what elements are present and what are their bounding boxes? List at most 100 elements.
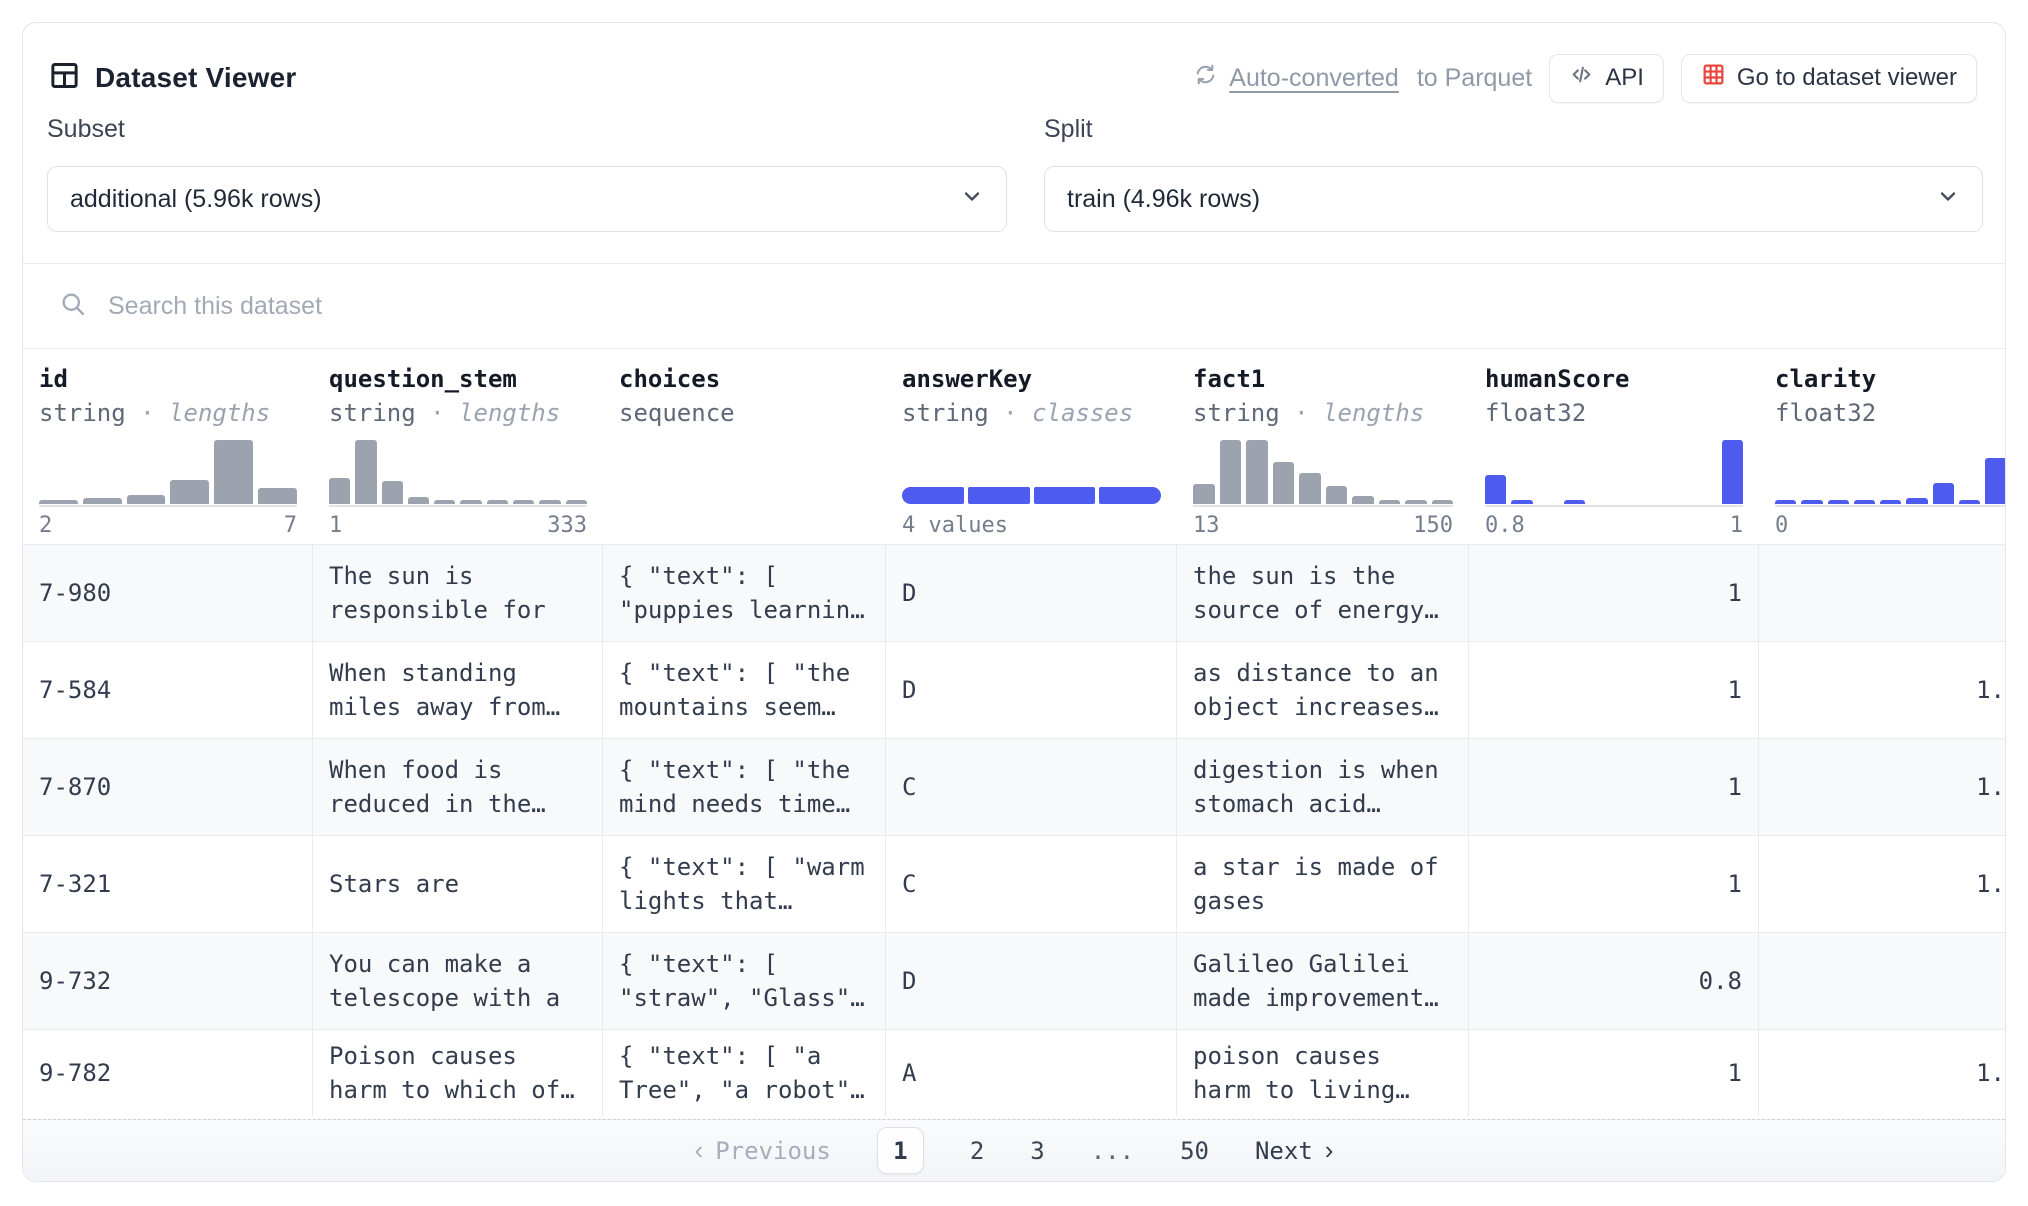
page-50[interactable]: 50 <box>1180 1137 1209 1165</box>
cell-answerKey: D <box>886 933 1177 1030</box>
cell-text: When standing miles away from… <box>329 656 579 724</box>
histogram-fact1 <box>1193 440 1453 504</box>
cell-text: You can make a telescope with a <box>329 947 579 1015</box>
search-input[interactable] <box>108 292 1308 321</box>
column-name: answerKey <box>902 365 1032 393</box>
cell-question_stem: Poison causes harm to which of… <box>313 1030 603 1116</box>
cell-clarity: 1. <box>1759 739 2006 836</box>
cell-choices: { "text": [ "the mind needs time… <box>603 739 886 836</box>
dtype-label: string <box>1193 399 1280 427</box>
range-min: 2 <box>39 513 52 538</box>
histogram-axis <box>1775 505 2006 507</box>
cell-clarity: 1. <box>1759 1030 2006 1116</box>
histogram-bar <box>258 488 297 504</box>
histogram-bar <box>1193 484 1215 504</box>
page-title-text: Dataset Viewer <box>95 62 297 94</box>
histogram-bar <box>127 495 166 504</box>
dataset-table: idstring · lengths27question_stemstring … <box>23 349 2006 1116</box>
histogram-bar <box>39 500 78 504</box>
goto-dataset-viewer-button[interactable]: Go to dataset viewer <box>1681 54 1977 103</box>
histogram-bar <box>1722 440 1743 504</box>
column-header-choices: choicessequence <box>603 349 886 545</box>
histogram-bar <box>408 497 429 504</box>
class-segment <box>1099 487 1161 504</box>
search-icon <box>59 290 87 323</box>
api-button[interactable]: API <box>1549 54 1664 103</box>
subset-field: Subset additional (5.96k rows) <box>47 115 1007 232</box>
column-name: clarity <box>1775 365 1876 393</box>
cell-text: The sun is responsible for <box>329 559 579 627</box>
column-type: string · lengths <box>39 399 270 427</box>
auto-converted-link[interactable]: Auto-convertedto Parquet <box>1193 62 1532 94</box>
dtype-label: string <box>902 399 989 427</box>
cell-text: Stars are <box>329 867 459 901</box>
class-distribution-bar <box>902 487 1161 504</box>
cell-id: 7-321 <box>23 836 313 933</box>
cell-answerKey: D <box>886 642 1177 739</box>
table-wrap: idstring · lengths27question_stemstring … <box>23 349 2006 1116</box>
cell-text: the sun is the source of energy… <box>1193 559 1443 627</box>
histogram-bar <box>1933 483 1954 504</box>
cell-fact1: as distance to an object increases… <box>1177 642 1469 739</box>
page-3[interactable]: 3 <box>1030 1137 1044 1165</box>
column-name: fact1 <box>1193 365 1265 393</box>
histogram-range: 27 <box>39 513 297 538</box>
histogram-axis <box>1193 505 1453 507</box>
histogram-axis <box>1485 505 1743 507</box>
histogram-bar <box>1299 473 1321 504</box>
cell-id: 7-980 <box>23 545 313 642</box>
pagination: ‹ Previous 123...50 Next › <box>23 1119 2005 1181</box>
toolbar: Auto-convertedto Parquet API <box>1193 54 1977 103</box>
next-page-button[interactable]: Next › <box>1255 1135 1333 1166</box>
cell-choices: { "text": [ "a Tree", "a robot"… <box>603 1030 886 1116</box>
previous-page-button[interactable]: ‹ Previous <box>695 1135 831 1166</box>
dtype-label: float32 <box>1485 399 1586 427</box>
chevron-right-icon: › <box>1325 1135 1334 1166</box>
cell-fact1: poison causes harm to living… <box>1177 1030 1469 1116</box>
cell-clarity: 1. <box>1759 836 2006 933</box>
cell-answerKey: C <box>886 836 1177 933</box>
histogram-axis <box>39 505 297 507</box>
range-min: 1 <box>329 513 342 538</box>
dtype-label: string <box>329 399 416 427</box>
subset-select[interactable]: additional (5.96k rows) <box>47 166 1007 232</box>
dtype-label: sequence <box>619 399 735 427</box>
range-max: 150 <box>1413 513 1453 538</box>
cell-text: { "text": [ "straw", "Glass"… <box>619 947 869 1015</box>
cell-humanScore: 1 <box>1469 836 1759 933</box>
dot-separator: · <box>416 399 459 427</box>
range-max: 1 <box>1730 513 1743 538</box>
sync-icon <box>1193 62 1218 94</box>
histogram-bar <box>1432 500 1454 504</box>
dot-separator: · <box>126 399 169 427</box>
cell-question_stem: You can make a telescope with a <box>313 933 603 1030</box>
histogram-bar <box>1775 500 1796 504</box>
histogram-bar <box>1220 440 1242 504</box>
class-segment <box>968 487 1030 504</box>
previous-label: Previous <box>715 1137 831 1165</box>
split-label: Split <box>1044 115 1983 144</box>
api-button-label: API <box>1605 64 1644 92</box>
histogram-id <box>39 440 297 504</box>
histogram-bar <box>1880 500 1901 504</box>
page-1[interactable]: 1 <box>877 1127 924 1174</box>
histogram-bar <box>1511 500 1532 504</box>
histogram-bar <box>539 500 560 504</box>
cell-humanScore: 1 <box>1469 739 1759 836</box>
histogram-bar <box>329 478 350 504</box>
cell-fact1: a star is made of gases <box>1177 836 1469 933</box>
cell-humanScore: 1 <box>1469 545 1759 642</box>
column-header-humanScore: humanScorefloat320.81 <box>1469 349 1759 545</box>
code-icon <box>1569 62 1594 94</box>
to-parquet-text: to Parquet <box>1417 64 1532 93</box>
split-select[interactable]: train (4.96k rows) <box>1044 166 1983 232</box>
chevron-left-icon: ‹ <box>695 1135 704 1166</box>
cell-id: 7-870 <box>23 739 313 836</box>
range-min: 0 <box>1775 513 1788 538</box>
cell-text: as distance to an object increases… <box>1193 656 1443 724</box>
cell-choices: { "text": [ "puppies learnin… <box>603 545 886 642</box>
histogram-bar <box>83 498 122 504</box>
page-2[interactable]: 2 <box>970 1137 984 1165</box>
cell-humanScore: 0.8 <box>1469 933 1759 1030</box>
cell-text: When food is reduced in the… <box>329 753 579 821</box>
